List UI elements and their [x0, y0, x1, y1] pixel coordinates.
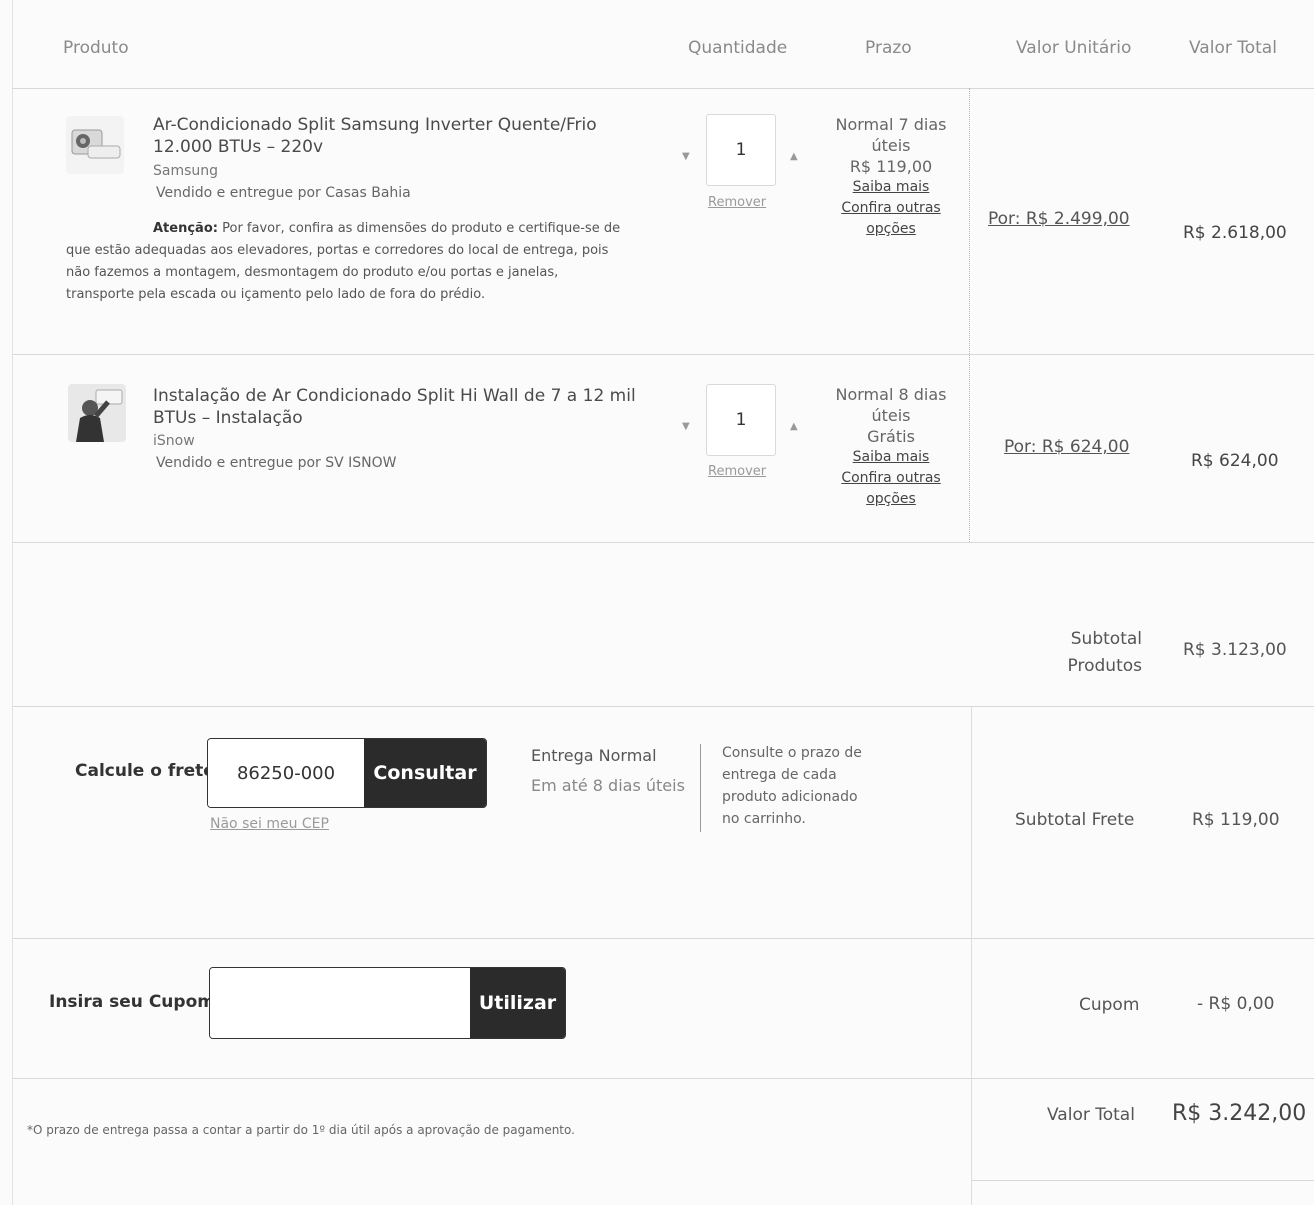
quantity-field[interactable]: 1	[706, 114, 776, 186]
confira-opcoes-link-2[interactable]: opções	[811, 489, 971, 510]
frete-form: 86250-000 Consultar	[207, 738, 487, 808]
delivery-days: Normal 7 dias	[835, 115, 947, 134]
confira-opcoes-link[interactable]: Confira outras	[811, 198, 971, 219]
air-conditioner-image[interactable]	[66, 116, 124, 174]
saiba-mais-link[interactable]: Saiba mais	[811, 447, 971, 468]
subtotal-label-line2: Produtos	[1067, 656, 1142, 676]
subtotal-produtos-value: R$ 3.123,00	[1183, 640, 1287, 660]
cupom-summary-value: - R$ 0,00	[1197, 994, 1275, 1014]
header-divider	[12, 88, 1314, 89]
product-name[interactable]: Instalação de Ar Condicionado Split Hi W…	[153, 385, 663, 429]
delivery-days-suffix: úteis	[871, 406, 911, 425]
header-valor-unitario: Valor Unitário	[1016, 38, 1132, 58]
increase-quantity-icon[interactable]: ▲	[790, 151, 798, 162]
row-divider	[12, 354, 1314, 355]
header-valor-total: Valor Total	[1189, 38, 1277, 58]
delivery-info: Normal 8 dias úteis Grátis Saiba mais Co…	[811, 384, 971, 510]
decrease-quantity-icon[interactable]: ▼	[682, 151, 690, 162]
delivery-note: *O prazo de entrega passa a contar a par…	[27, 1123, 575, 1137]
subtotal-produtos-label: Subtotal Produtos	[1040, 626, 1142, 680]
left-border	[12, 0, 13, 1205]
confira-opcoes-link-2[interactable]: opções	[811, 219, 971, 240]
decrease-quantity-icon[interactable]: ▼	[682, 421, 690, 432]
cupom-summary-label: Cupom	[1079, 995, 1140, 1015]
header-produto: Produto	[63, 38, 129, 58]
entrega-info: Consulte o prazo de entrega de cada prod…	[722, 742, 862, 830]
valor-total-value: R$ 3.242,00	[1172, 1101, 1307, 1126]
entrega-title: Entrega Normal	[531, 746, 657, 765]
product-warning: Atenção: Por favor, confira as dimensões…	[66, 218, 626, 306]
entrega-info-line4: no carrinho.	[722, 811, 806, 827]
installer-image[interactable]	[68, 384, 126, 442]
unit-price: Por: R$ 624,00	[1004, 437, 1130, 457]
product-seller: Vendido e entregue por Casas Bahia	[156, 185, 411, 201]
subtotal-frete-label: Subtotal Frete	[1015, 810, 1135, 830]
cupom-input[interactable]	[210, 968, 470, 1038]
header-prazo: Prazo	[865, 38, 912, 58]
entrega-info-line3: produto adicionado	[722, 789, 858, 805]
cupom-form: Utilizar	[209, 967, 566, 1039]
row-divider	[972, 1180, 1314, 1181]
cep-input[interactable]: 86250-000	[208, 739, 364, 807]
delivery-days: Normal 8 dias	[835, 385, 947, 404]
entrega-info-line1: Consulte o prazo de	[722, 745, 862, 761]
header-quantidade: Quantidade	[688, 38, 788, 58]
row-divider	[12, 1078, 1314, 1079]
row-divider	[12, 938, 1314, 939]
valor-total-label: Valor Total	[1047, 1105, 1135, 1125]
entrega-divider	[700, 744, 701, 832]
nao-sei-cep-link[interactable]: Não sei meu CEP	[210, 816, 329, 832]
row-divider	[12, 706, 1314, 707]
quantity-field[interactable]: 1	[706, 384, 776, 456]
warning-label: Atenção:	[153, 221, 218, 236]
product-brand: Samsung	[153, 163, 219, 179]
remove-item-link[interactable]: Remover	[708, 195, 766, 210]
cupom-label: Insira seu Cupom	[49, 992, 215, 1012]
frete-label: Calcule o frete	[75, 761, 215, 781]
entrega-info-line2: entrega de cada	[722, 767, 837, 783]
product-name[interactable]: Ar-Condicionado Split Samsung Inverter Q…	[153, 114, 653, 158]
product-seller: Vendido e entregue por SV ISNOW	[156, 455, 397, 471]
delivery-days-suffix: úteis	[871, 136, 911, 155]
saiba-mais-link[interactable]: Saiba mais	[811, 177, 971, 198]
delivery-info: Normal 7 dias úteis R$ 119,00 Saiba mais…	[811, 114, 971, 240]
total-price: R$ 2.618,00	[1183, 223, 1287, 243]
column-divider	[971, 706, 972, 1205]
subtotal-label-line1: Subtotal	[1070, 629, 1142, 649]
product-brand: iSnow	[153, 433, 195, 449]
delivery-price: Grátis	[867, 427, 915, 446]
confira-opcoes-link[interactable]: Confira outras	[811, 468, 971, 489]
remove-item-link[interactable]: Remover	[708, 464, 766, 479]
total-price: R$ 624,00	[1191, 451, 1279, 471]
delivery-price: R$ 119,00	[849, 157, 933, 176]
utilizar-button[interactable]: Utilizar	[470, 968, 565, 1038]
subtotal-frete-value: R$ 119,00	[1192, 810, 1280, 830]
entrega-subtitle: Em até 8 dias úteis	[531, 776, 685, 795]
unit-price: Por: R$ 2.499,00	[988, 209, 1130, 229]
increase-quantity-icon[interactable]: ▲	[790, 421, 798, 432]
consultar-button[interactable]: Consultar	[364, 739, 486, 807]
warning-text: Por favor, confira as dimensões do produ…	[66, 221, 621, 302]
row-divider	[12, 542, 1314, 543]
